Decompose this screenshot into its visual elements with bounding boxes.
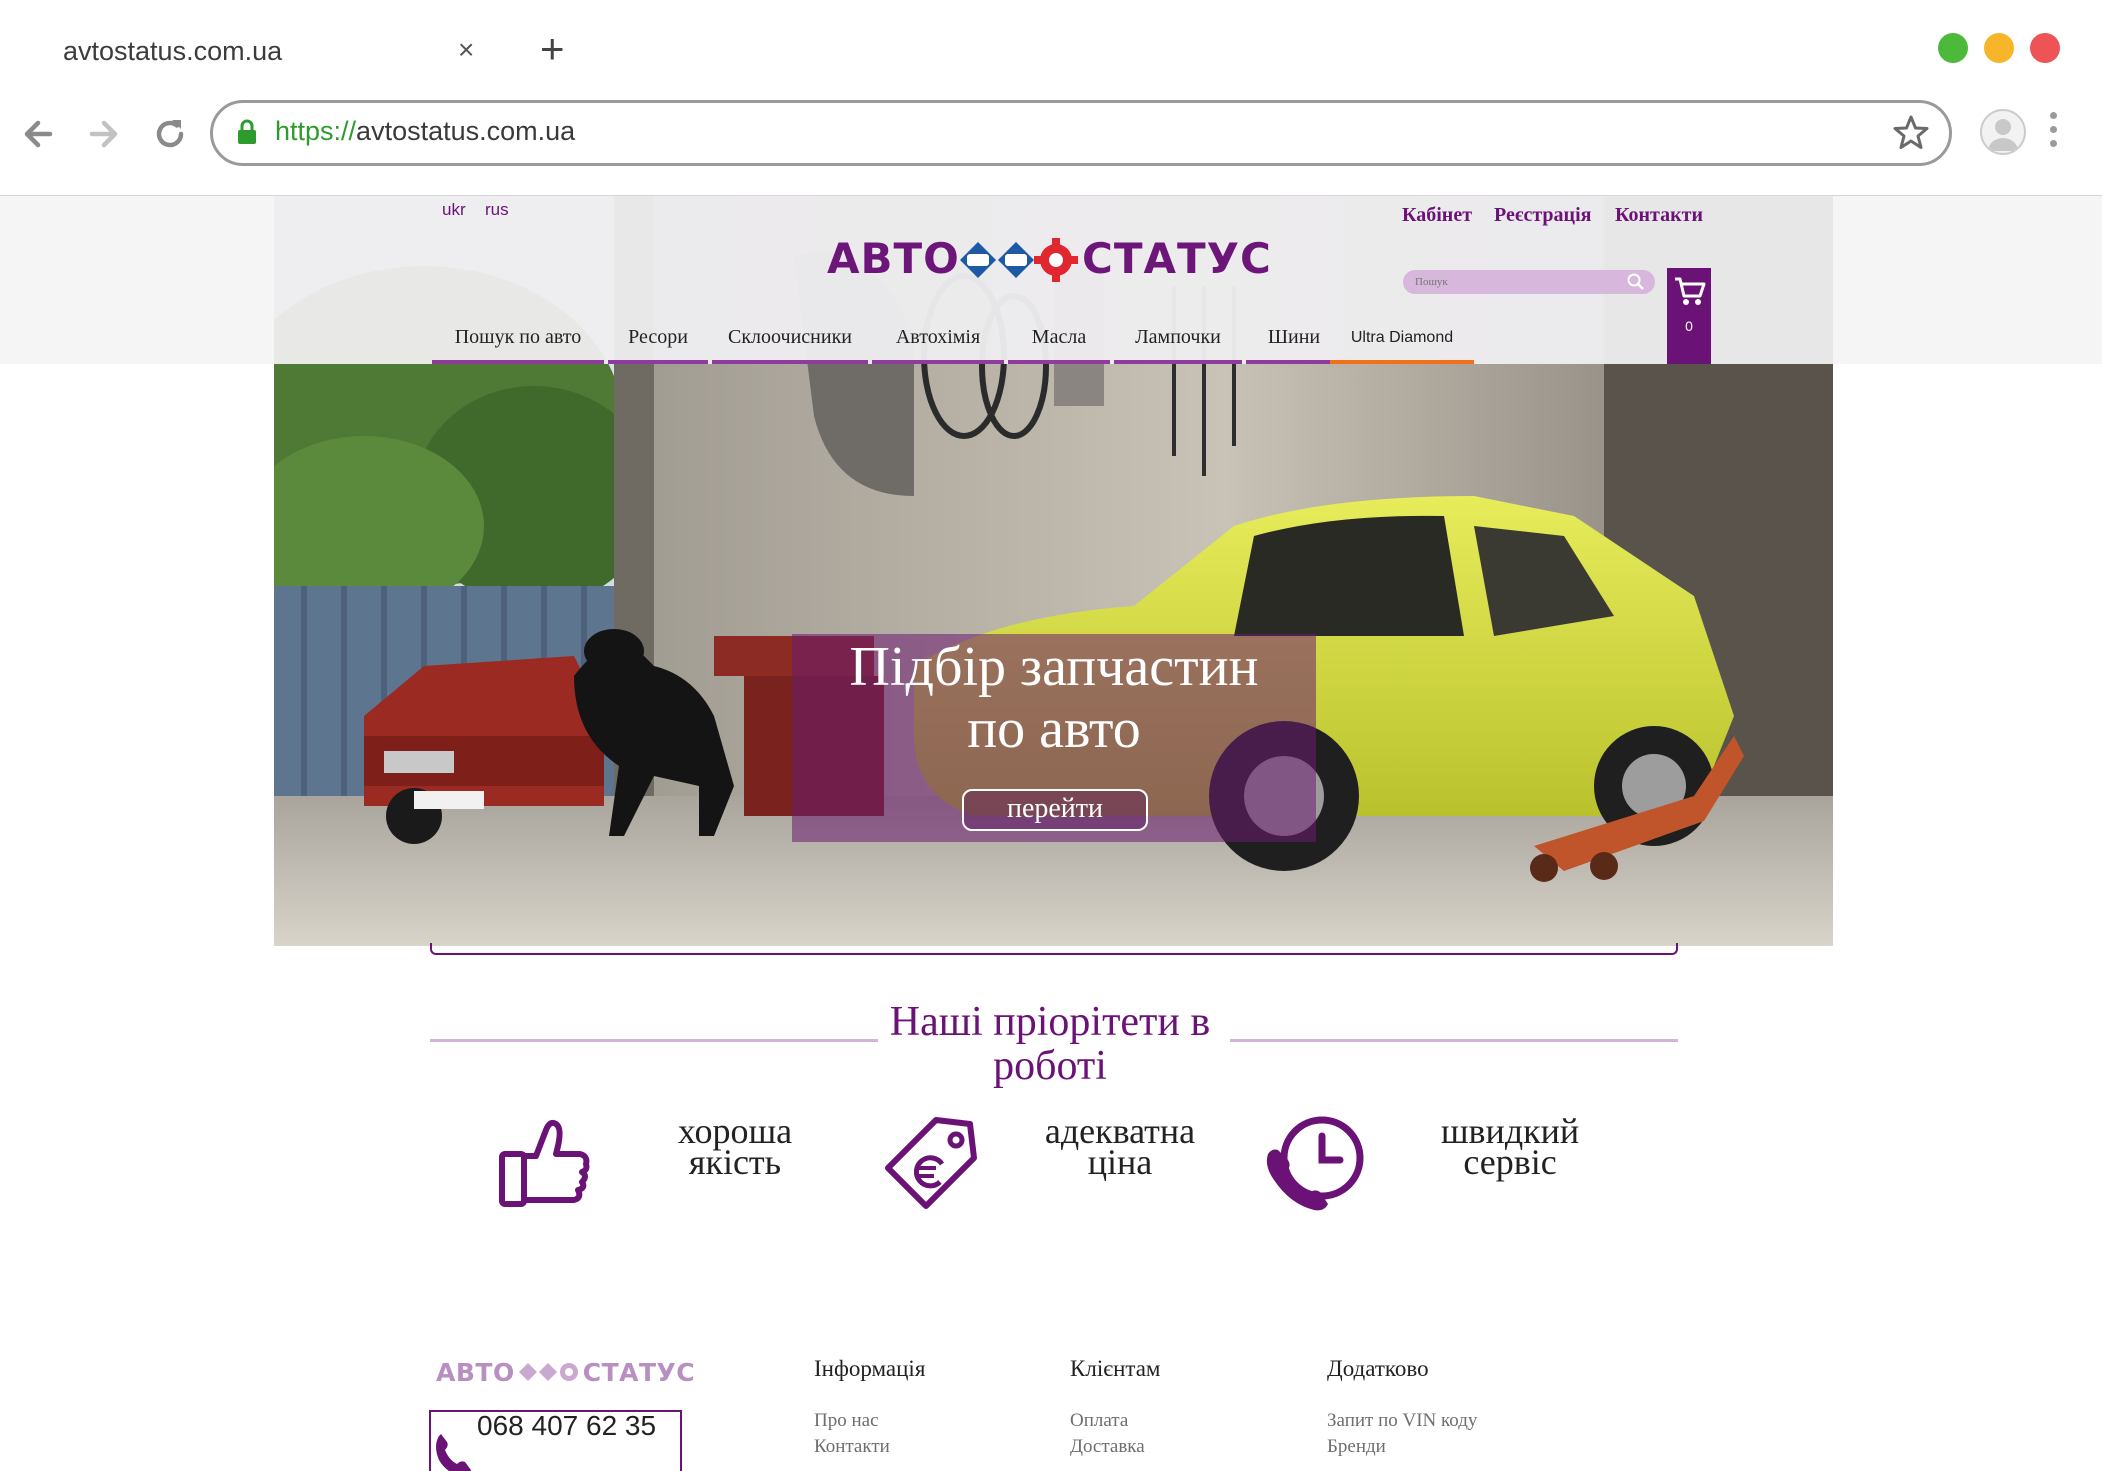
cart-count: 0 bbox=[1685, 318, 1693, 334]
section-divider-right bbox=[1230, 1039, 1678, 1042]
search-icon[interactable] bbox=[1627, 273, 1645, 291]
footer-phone-number[interactable]: 068 407 62 35 bbox=[477, 1410, 656, 1442]
footer-extra-heading: Додатково bbox=[1327, 1356, 1429, 1381]
cabinet-link[interactable]: Кабінет bbox=[1402, 204, 1472, 227]
hero-go-button[interactable]: перейти bbox=[962, 789, 1148, 831]
footer-logo-right: СТАТУС bbox=[582, 1358, 696, 1387]
secure-lock-icon bbox=[238, 119, 256, 144]
address-url[interactable]: https://avtostatus.com.ua bbox=[275, 116, 575, 147]
footer-phone-box: 068 407 62 35 bbox=[429, 1410, 682, 1471]
footer-logo-left: АВТО bbox=[436, 1358, 515, 1387]
search-input[interactable] bbox=[1413, 272, 1613, 292]
browser-tab-title[interactable]: avtostatus.com.ua bbox=[63, 36, 282, 67]
hero-cta-panel: Підбір запчастин по авто перейти bbox=[792, 634, 1316, 842]
nav-oils[interactable]: Масла bbox=[1008, 322, 1110, 364]
forward-arrow-icon[interactable] bbox=[82, 112, 126, 156]
feature-price-line2: ціна bbox=[1087, 1142, 1153, 1182]
window-minimize-dot[interactable] bbox=[1984, 33, 2014, 63]
nav-wipers[interactable]: Склоочисники bbox=[712, 322, 868, 364]
tab-close-icon[interactable]: × bbox=[458, 36, 474, 64]
window-close-dot[interactable] bbox=[2030, 33, 2060, 63]
lang-ukr-link[interactable]: ukr bbox=[442, 200, 466, 220]
priorities-heading-line2: роботі bbox=[993, 1043, 1107, 1089]
footer-delivery-link[interactable]: Доставка bbox=[1070, 1436, 1145, 1458]
priorities-heading-line1: Наші пріорітети в bbox=[889, 999, 1211, 1045]
browser-tab-bar: avtostatus.com.ua × + bbox=[0, 0, 2102, 92]
footer-clients-heading: Клієнтам bbox=[1070, 1356, 1161, 1381]
nav-search-by-car[interactable]: Пошук по авто bbox=[432, 322, 604, 364]
footer-brands-link[interactable]: Бренди bbox=[1327, 1436, 1386, 1458]
nav-bulbs[interactable]: Лампочки bbox=[1114, 322, 1242, 364]
feature-price: адекватна ціна bbox=[1020, 1113, 1220, 1182]
priorities-heading: Наші пріорітети в роботі bbox=[870, 1000, 1230, 1088]
phone-icon bbox=[436, 1434, 471, 1471]
cart-icon bbox=[1675, 277, 1706, 305]
hero-title-line1: Підбір запчастин bbox=[849, 636, 1259, 698]
hero-title: Підбір запчастин по авто bbox=[792, 634, 1316, 760]
browser-toolbar: https://avtostatus.com.ua bbox=[0, 92, 2102, 196]
footer-about-link[interactable]: Про нас bbox=[814, 1410, 879, 1432]
nav-autochemistry[interactable]: Автохімія bbox=[872, 322, 1004, 364]
nav-springs[interactable]: Ресори bbox=[608, 322, 708, 364]
browser-menu-icon[interactable] bbox=[2050, 112, 2058, 154]
logo-text-left[interactable]: АВТО bbox=[827, 234, 960, 283]
contacts-link[interactable]: Контакти bbox=[1615, 204, 1703, 227]
address-bar[interactable]: https://avtostatus.com.ua bbox=[210, 100, 1952, 166]
lang-rus-link[interactable]: rus bbox=[485, 200, 509, 220]
footer-logo-cars-icon bbox=[518, 1363, 578, 1381]
price-tag-euro-icon bbox=[885, 1117, 977, 1209]
footer-info-heading: Інформація bbox=[814, 1356, 926, 1381]
section-divider-left bbox=[430, 1039, 878, 1042]
thumbs-up-icon bbox=[499, 1119, 590, 1207]
back-arrow-icon[interactable] bbox=[16, 112, 60, 156]
nav-tyres[interactable]: Шини bbox=[1246, 322, 1342, 364]
logo-cars-icon[interactable] bbox=[956, 234, 1078, 286]
reload-icon[interactable] bbox=[148, 112, 192, 156]
nav-ultra-diamond[interactable]: Ultra Diamond bbox=[1330, 322, 1474, 364]
site-search bbox=[1403, 270, 1655, 294]
logo-text-right[interactable]: СТАТУС bbox=[1082, 234, 1272, 283]
feature-service: швидкий сервіс bbox=[1410, 1113, 1610, 1182]
url-protocol: https:// bbox=[275, 116, 357, 146]
window-maximize-dot[interactable] bbox=[1938, 33, 1968, 63]
hero-title-line2: по авто bbox=[967, 698, 1141, 760]
footer-logo[interactable]: АВТО СТАТУС bbox=[436, 1358, 695, 1387]
footer-payment-link[interactable]: Оплата bbox=[1070, 1410, 1128, 1432]
new-tab-icon[interactable]: + bbox=[540, 28, 565, 70]
profile-avatar-icon[interactable] bbox=[1980, 109, 2026, 155]
footer-vin-request-link[interactable]: Запит по VIN коду bbox=[1327, 1410, 1477, 1432]
cart-button[interactable]: 0 bbox=[1667, 268, 1711, 364]
feature-quality: хороша якість bbox=[630, 1113, 840, 1182]
web-page: ukr rus Кабінет Реєстрація Контакти АВТО… bbox=[0, 196, 2102, 1471]
hero-bottom-rule bbox=[430, 943, 1678, 955]
feature-quality-line2: якість bbox=[688, 1142, 782, 1182]
phone-clock-icon bbox=[1266, 1116, 1364, 1211]
url-host: avtostatus.com.ua bbox=[356, 116, 576, 146]
footer-contacts-link[interactable]: Контакти bbox=[814, 1436, 890, 1458]
register-link[interactable]: Реєстрація bbox=[1494, 204, 1591, 227]
feature-service-line2: сервіс bbox=[1463, 1142, 1557, 1182]
bookmark-star-icon[interactable] bbox=[1891, 113, 1931, 153]
